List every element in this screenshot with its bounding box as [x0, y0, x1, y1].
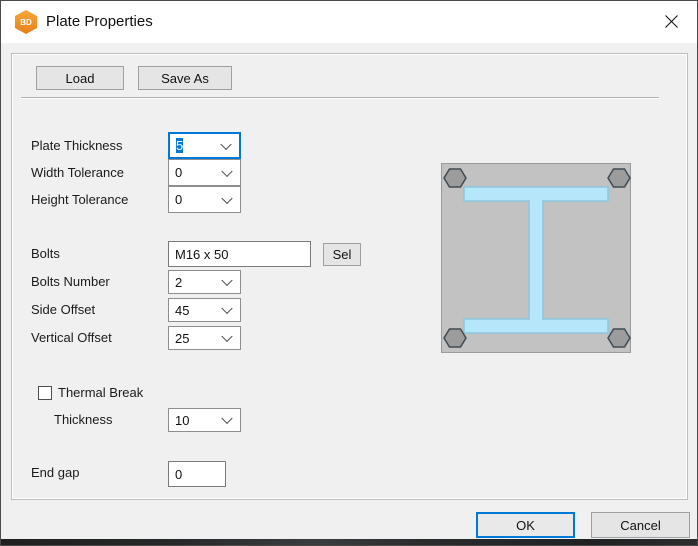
- chevron-down-icon[interactable]: [221, 165, 232, 176]
- thermal-break-label: Thermal Break: [58, 385, 143, 400]
- side-offset-combobox[interactable]: 45: [168, 298, 241, 322]
- plate-thickness-combobox[interactable]: 5: [168, 132, 241, 159]
- side-offset-label: Side Offset: [31, 302, 95, 317]
- width-tolerance-value: 0: [175, 165, 182, 180]
- bolt-icon: [608, 329, 630, 347]
- thickness-combobox[interactable]: 10: [168, 408, 241, 432]
- chevron-down-icon[interactable]: [221, 192, 232, 203]
- chevron-down-icon[interactable]: [221, 303, 232, 314]
- width-tolerance-label: Width Tolerance: [31, 165, 124, 180]
- bolts-number-value: 2: [175, 275, 182, 290]
- plate-thickness-label: Plate Thickness: [31, 138, 123, 153]
- background-app-strip: [1, 539, 697, 545]
- sel-button[interactable]: Sel: [323, 243, 361, 266]
- end-gap-label: End gap: [31, 465, 79, 480]
- chevron-down-icon[interactable]: [221, 331, 232, 342]
- app-icon: BD: [15, 10, 37, 34]
- load-button[interactable]: Load: [36, 66, 124, 90]
- bolts-number-label: Bolts Number: [31, 274, 110, 289]
- close-button[interactable]: [647, 1, 695, 42]
- cancel-button[interactable]: Cancel: [591, 512, 690, 538]
- thickness-value: 10: [175, 413, 189, 428]
- bolt-icon: [444, 169, 466, 187]
- ok-button[interactable]: OK: [476, 512, 575, 538]
- side-offset-value: 45: [175, 303, 189, 318]
- bolts-input[interactable]: [168, 241, 311, 267]
- plate-properties-dialog: BD Plate Properties Load Save As Plate T…: [0, 0, 698, 546]
- thickness-label: Thickness: [54, 412, 113, 427]
- height-tolerance-combobox[interactable]: 0: [168, 186, 241, 213]
- vertical-offset-combobox[interactable]: 25: [168, 326, 241, 350]
- bolt-icon: [444, 329, 466, 347]
- chevron-down-icon[interactable]: [221, 275, 232, 286]
- end-gap-input[interactable]: [168, 461, 226, 487]
- vertical-offset-value: 25: [175, 331, 189, 346]
- width-tolerance-combobox[interactable]: 0: [168, 159, 241, 186]
- thermal-break-checkbox[interactable]: [38, 386, 52, 400]
- divider: [21, 97, 659, 99]
- height-tolerance-value: 0: [175, 192, 182, 207]
- titlebar[interactable]: BD Plate Properties: [1, 1, 697, 43]
- vertical-offset-label: Vertical Offset: [31, 330, 112, 345]
- plate-thickness-value: 5: [176, 138, 183, 153]
- plate-preview: [441, 163, 631, 353]
- chevron-down-icon[interactable]: [221, 413, 232, 424]
- close-icon: [665, 15, 678, 28]
- bolts-number-combobox[interactable]: 2: [168, 270, 241, 294]
- chevron-down-icon[interactable]: [220, 138, 231, 149]
- save-as-button[interactable]: Save As: [138, 66, 232, 90]
- bolts-label: Bolts: [31, 246, 60, 261]
- height-tolerance-label: Height Tolerance: [31, 192, 128, 207]
- bolt-icon: [608, 169, 630, 187]
- window-title: Plate Properties: [46, 13, 153, 30]
